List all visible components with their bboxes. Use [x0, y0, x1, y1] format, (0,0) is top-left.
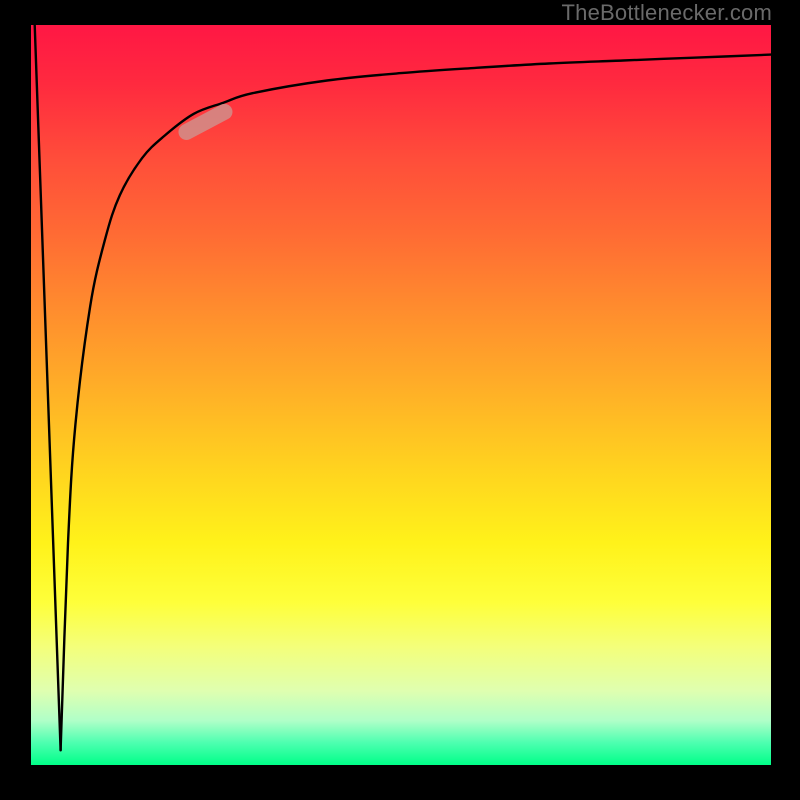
- gradient-plot-background: [31, 25, 771, 765]
- watermark-text: TheBottlenecker.com: [562, 0, 772, 26]
- chart-container: TheBottlenecker.com: [0, 0, 800, 800]
